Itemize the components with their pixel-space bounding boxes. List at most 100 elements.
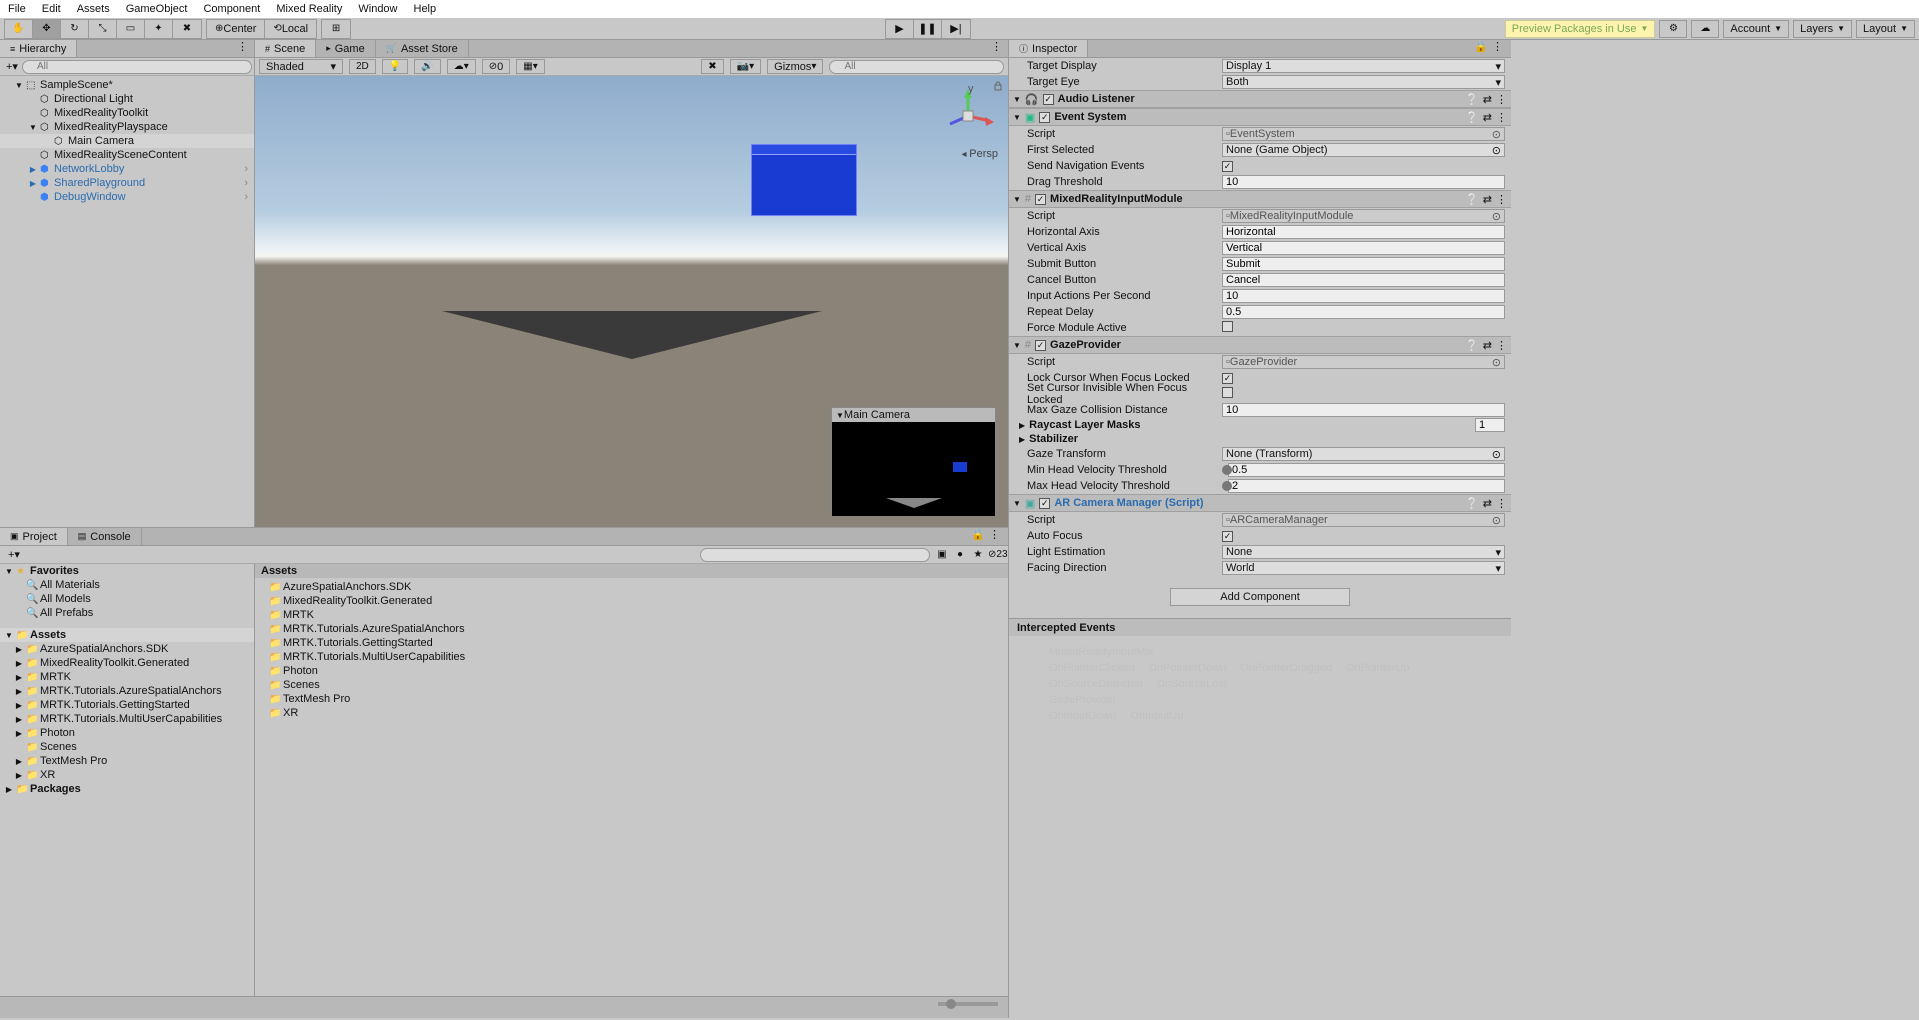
project-tab[interactable]: ▣Project [0, 528, 68, 545]
send-nav-checkbox[interactable]: ✓ [1222, 161, 1233, 172]
project-search-input[interactable] [700, 548, 930, 562]
help-icon[interactable]: ❔ [1465, 93, 1479, 106]
menu-icon[interactable]: ⋮ [1496, 111, 1507, 124]
folder-item[interactable]: ▶📁MRTK.Tutorials.GettingStarted [0, 698, 254, 712]
hierarchy-search-input[interactable] [22, 60, 252, 74]
orientation-gizmo[interactable]: y [938, 86, 998, 146]
assets-header[interactable]: ▼📁Assets [0, 628, 254, 642]
facing-dropdown[interactable]: World▾ [1222, 561, 1505, 575]
v-axis-input[interactable] [1222, 241, 1505, 255]
target-display-dropdown[interactable]: Display 1▾ [1222, 59, 1505, 73]
layers-dropdown[interactable]: Layers▼ [1793, 20, 1852, 38]
hierarchy-item[interactable]: ▼⬡MixedRealityPlayspace [0, 120, 254, 134]
hierarchy-item[interactable]: ⬡MixedRealitySceneContent [0, 148, 254, 162]
first-selected-field[interactable]: None (Game Object)⊙ [1222, 143, 1505, 157]
drag-threshold-input[interactable] [1222, 175, 1505, 189]
scene-search-input[interactable] [829, 60, 1004, 74]
menu-icon[interactable]: ⋮ [1496, 339, 1507, 352]
preset-icon[interactable]: ⇄ [1483, 193, 1492, 206]
hierarchy-item[interactable]: ⬡Directional Light [0, 92, 254, 106]
lock-icon[interactable] [993, 81, 1003, 91]
rect-tool-button[interactable]: ▭ [117, 20, 145, 38]
favorite-item[interactable]: 🔍All Prefabs [0, 606, 254, 620]
hidden-objects-toggle[interactable]: ⊘0 [482, 59, 511, 74]
folder-item[interactable]: ▶📁TextMesh Pro [0, 754, 254, 768]
menu-help[interactable]: Help [414, 3, 437, 15]
favorite-item[interactable]: 🔍All Materials [0, 578, 254, 592]
folder-item[interactable]: 📁Scenes [0, 740, 254, 754]
tools-button[interactable]: ✖ [701, 59, 723, 74]
cancel-input[interactable] [1222, 273, 1505, 287]
gaze-transform-field[interactable]: None (Transform)⊙ [1222, 447, 1505, 461]
preset-icon[interactable]: ⇄ [1483, 339, 1492, 352]
folder-item[interactable]: ▶📁MRTK [0, 670, 254, 684]
scene-tab-menu[interactable]: ⋮ [985, 40, 1008, 57]
input-actions-input[interactable] [1222, 289, 1505, 303]
help-icon[interactable]: ❔ [1465, 339, 1479, 352]
hierarchy-item-selected[interactable]: ⬡Main Camera [0, 134, 254, 148]
inspector-tab[interactable]: ⓘInspector [1009, 40, 1088, 57]
raycast-layer-masks-foldout[interactable]: ▶Raycast Layer Masks [1009, 418, 1511, 432]
favorite-item[interactable]: 🔍All Models [0, 592, 254, 606]
audio-listener-component-header[interactable]: ▼🎧✓Audio Listener❔⇄⋮ [1009, 90, 1511, 108]
event-system-component-header[interactable]: ▼▣✓Event System❔⇄⋮ [1009, 108, 1511, 126]
menu-icon[interactable]: ⋮ [1496, 497, 1507, 510]
asset-folder[interactable]: 📁TextMesh Pro [255, 692, 1008, 706]
favorite-filter-icon[interactable]: ★ [970, 549, 986, 560]
preset-icon[interactable]: ⇄ [1483, 111, 1492, 124]
pivot-center-button[interactable]: ⊕Center [207, 20, 265, 38]
repeat-delay-input[interactable] [1222, 305, 1505, 319]
scene-view[interactable]: y ◂ Persp ▼ Main Camera [255, 76, 1008, 527]
raycast-count-input[interactable] [1475, 418, 1505, 432]
asset-store-tab[interactable]: 🛒Asset Store [376, 40, 469, 57]
menu-edit[interactable]: Edit [42, 3, 61, 15]
console-tab[interactable]: ▤Console [68, 528, 142, 545]
audio-toggle[interactable]: 🔊 [414, 59, 440, 74]
menu-icon[interactable]: ⋮ [1496, 193, 1507, 206]
ar-camera-component-header[interactable]: ▼▣✓AR Camera Manager (Script)❔⇄⋮ [1009, 494, 1511, 512]
h-axis-input[interactable] [1222, 225, 1505, 239]
draw-mode-dropdown[interactable]: Shaded ▾ [259, 59, 343, 74]
pivot-local-button[interactable]: ⟲Local [265, 20, 316, 38]
preview-packages-dropdown[interactable]: Preview Packages in Use▼ [1505, 20, 1656, 38]
folder-item[interactable]: ▶📁MixedRealityToolkit.Generated [0, 656, 254, 670]
hierarchy-item[interactable]: ⬡MixedRealityToolkit [0, 106, 254, 120]
min-head-input[interactable] [1228, 463, 1505, 477]
submit-input[interactable] [1222, 257, 1505, 271]
layout-dropdown[interactable]: Layout▼ [1856, 20, 1915, 38]
folder-item[interactable]: ▶📁AzureSpatialAnchors.SDK [0, 642, 254, 656]
menu-window[interactable]: Window [358, 3, 397, 15]
hierarchy-item-prefab[interactable]: ▶⬢SharedPlayground› [0, 176, 254, 190]
hierarchy-item-prefab[interactable]: ▶⬢NetworkLobby› [0, 162, 254, 176]
asset-folder[interactable]: 📁Photon [255, 664, 1008, 678]
gaze-component-header[interactable]: ▼#✓GazeProvider❔⇄⋮ [1009, 336, 1511, 354]
asset-folder[interactable]: 📁XR [255, 706, 1008, 720]
folder-item[interactable]: ▶📁Photon [0, 726, 254, 740]
transform-tool-button[interactable]: ✦ [145, 20, 173, 38]
hierarchy-create-button[interactable]: +▾ [2, 60, 22, 73]
asset-folder[interactable]: 📁MixedRealityToolkit.Generated [255, 594, 1008, 608]
menu-file[interactable]: File [8, 3, 26, 15]
folder-item[interactable]: ▶📁XR [0, 768, 254, 782]
step-button[interactable]: ▶| [942, 20, 970, 38]
asset-folder[interactable]: 📁MRTK.Tutorials.AzureSpatialAnchors [255, 622, 1008, 636]
thumbnail-size-slider[interactable] [938, 1002, 998, 1006]
project-create-button[interactable]: +▾ [4, 548, 24, 561]
hierarchy-tab-menu[interactable]: ⋮ [231, 40, 254, 57]
hand-tool-button[interactable]: ✋ [5, 20, 33, 38]
mr-input-component-header[interactable]: ▼#✓MixedRealityInputModule❔⇄⋮ [1009, 190, 1511, 208]
play-button[interactable]: ▶ [886, 20, 914, 38]
project-tab-menu[interactable]: ⋮ [989, 528, 1000, 541]
custom-tool-button[interactable]: ✖ [173, 20, 201, 38]
filter-by-type-icon[interactable]: ▣ [934, 549, 950, 560]
hierarchy-scene[interactable]: ▼⬚SampleScene* [0, 78, 254, 92]
menu-component[interactable]: Component [203, 3, 260, 15]
menu-icon[interactable]: ⋮ [1496, 93, 1507, 106]
help-icon[interactable]: ❔ [1465, 497, 1479, 510]
hierarchy-tab[interactable]: ≡Hierarchy [0, 40, 77, 57]
asset-folder[interactable]: 📁Scenes [255, 678, 1008, 692]
lock-icon[interactable]: 🔒 [1474, 40, 1488, 53]
max-head-input[interactable] [1228, 479, 1505, 493]
fx-toggle[interactable]: ☁▾ [447, 59, 476, 74]
lock-icon[interactable]: 🔒 [971, 528, 985, 541]
